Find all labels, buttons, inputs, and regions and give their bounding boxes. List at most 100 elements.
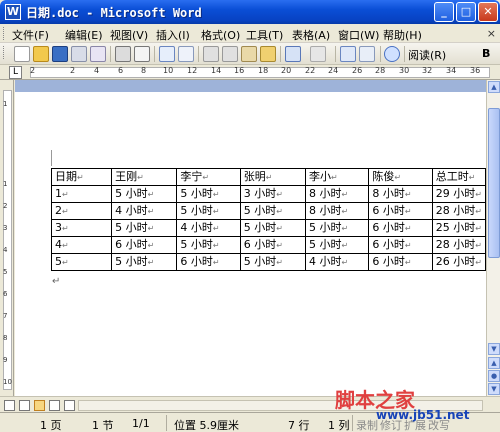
table-cell[interactable]: 4 小时↵	[111, 202, 178, 220]
table-cell[interactable]: 张明↵	[239, 168, 307, 186]
table-cell[interactable]: 5 小时↵	[111, 219, 178, 237]
new-document-icon[interactable]	[14, 46, 30, 62]
document-page[interactable]: 日期↵ 王刚↵ 李宁↵ 张明↵ 李小↵ 陈俊↵ 总工时↵ 1↵ 5 小时↵ 5 …	[15, 80, 487, 396]
table-cell[interactable]: 4↵	[50, 236, 113, 254]
hyperlink-icon[interactable]	[340, 46, 356, 62]
table-cell[interactable]: 8 小时↵	[305, 202, 370, 220]
scroll-down-arrow-icon[interactable]: ▼	[488, 343, 500, 355]
table-cell[interactable]: 总工时↵	[431, 168, 487, 186]
table-cell[interactable]: 李小↵	[305, 168, 370, 186]
table-cell[interactable]: 6 小时↵	[239, 236, 307, 254]
cell-text: 28 小时	[435, 204, 476, 217]
outline-view-icon[interactable]	[49, 400, 60, 411]
table-cell[interactable]: 4 小时↵	[305, 253, 370, 271]
table-cell[interactable]: 8 小时↵	[368, 185, 433, 203]
table-cell[interactable]: 3↵	[50, 219, 113, 237]
table-cell[interactable]: 李宁↵	[176, 168, 241, 186]
paste-icon[interactable]	[241, 46, 257, 62]
table-cell[interactable]: 28 小时↵	[431, 202, 487, 220]
table-cell[interactable]: 6 小时↵	[111, 236, 178, 254]
table-cell[interactable]: 王刚↵	[111, 168, 178, 186]
vertical-scroll-thumb[interactable]	[488, 108, 500, 258]
menu-grip-handle[interactable]	[3, 27, 6, 40]
vruler-number: 2	[3, 202, 8, 210]
table-cell[interactable]: 6 小时↵	[368, 253, 433, 271]
table-cell[interactable]: 6 小时↵	[368, 236, 433, 254]
cut-icon[interactable]	[203, 46, 219, 62]
table-cell[interactable]: 4 小时↵	[176, 219, 241, 237]
status-record[interactable]: 录制	[356, 417, 378, 432]
table-cell[interactable]: 3 小时↵	[239, 185, 307, 203]
table-cell[interactable]: 5 小时↵	[176, 236, 241, 254]
menu-file[interactable]: 文件(F)	[12, 27, 49, 43]
print-layout-view-icon[interactable]	[34, 400, 45, 411]
close-button[interactable]: ✕	[478, 2, 498, 22]
table-cell[interactable]: 5 小时↵	[176, 202, 241, 220]
scroll-up-arrow-icon[interactable]: ▲	[488, 81, 500, 93]
undo-icon[interactable]	[285, 46, 301, 62]
print-preview-icon[interactable]	[134, 46, 150, 62]
table-cell[interactable]: 8 小时↵	[305, 185, 370, 203]
table-cell[interactable]: 5 小时↵	[239, 253, 307, 271]
open-folder-icon[interactable]	[33, 46, 49, 62]
maximize-button[interactable]: □	[456, 2, 476, 22]
tab-selector-icon[interactable]: L	[9, 66, 22, 79]
vruler-number: 6	[3, 290, 8, 298]
table-cell[interactable]: 5 小时↵	[239, 202, 307, 220]
table-cell[interactable]: 6 小时↵	[176, 253, 241, 271]
copy-icon[interactable]	[222, 46, 238, 62]
save-icon[interactable]	[52, 46, 68, 62]
table-cell[interactable]: 5↵	[50, 253, 113, 271]
redo-icon[interactable]	[310, 46, 326, 62]
reading-layout-view-icon[interactable]	[64, 400, 75, 411]
table-cell[interactable]: 5 小时↵	[111, 185, 178, 203]
read-button[interactable]: 阅读(R)	[408, 47, 446, 63]
bold-button[interactable]: B	[482, 47, 490, 60]
menu-tools[interactable]: 工具(T)	[246, 27, 283, 43]
spelling-icon[interactable]	[159, 46, 175, 62]
close-document-icon[interactable]: ×	[487, 27, 496, 40]
previous-page-icon[interactable]: ▲	[488, 357, 500, 369]
research-icon[interactable]	[178, 46, 194, 62]
table-cell[interactable]: 29 小时↵	[431, 185, 487, 203]
help-icon[interactable]	[384, 46, 400, 62]
table-cell[interactable]: 25 小时↵	[431, 219, 487, 237]
table-cell[interactable]: 陈俊↵	[368, 168, 433, 186]
format-painter-icon[interactable]	[260, 46, 276, 62]
menu-edit[interactable]: 编辑(E)	[65, 27, 103, 43]
word-app-icon[interactable]: W	[5, 4, 21, 20]
menu-table[interactable]: 表格(A)	[292, 27, 330, 43]
next-page-icon[interactable]: ▼	[488, 383, 500, 395]
tables-borders-icon[interactable]	[359, 46, 375, 62]
select-browse-object-icon[interactable]: ●	[488, 370, 500, 382]
table-cell[interactable]: 26 小时↵	[431, 253, 487, 271]
web-layout-view-icon[interactable]	[19, 400, 30, 411]
table-cell[interactable]: 5 小时↵	[176, 185, 241, 203]
table-cell[interactable]: 28 小时↵	[431, 236, 487, 254]
table-cell[interactable]: 5 小时↵	[239, 219, 307, 237]
permission-icon[interactable]	[71, 46, 87, 62]
menu-format[interactable]: 格式(O)	[201, 27, 240, 43]
paragraph-mark[interactable]: ↵	[52, 276, 60, 287]
print-icon[interactable]	[115, 46, 131, 62]
normal-view-icon[interactable]	[4, 400, 15, 411]
table-cell[interactable]: 6 小时↵	[368, 202, 433, 220]
email-icon[interactable]	[90, 46, 106, 62]
horizontal-ruler[interactable]: L 2 2 4 6 8 10 12 14 16 18 20 22 24 26 2…	[0, 65, 500, 80]
menu-insert[interactable]: 插入(I)	[156, 27, 190, 43]
table-cell[interactable]: 日期↵	[50, 168, 113, 186]
table-cell[interactable]: 5 小时↵	[305, 219, 370, 237]
table-cell[interactable]: 5 小时↵	[111, 253, 178, 271]
table-cell[interactable]: 1↵	[50, 185, 113, 203]
vertical-ruler[interactable]: 1 1 2 3 4 5 6 7 8 9 10	[0, 80, 14, 396]
work-hours-table[interactable]: 日期↵ 王刚↵ 李宁↵ 张明↵ 李小↵ 陈俊↵ 总工时↵ 1↵ 5 小时↵ 5 …	[50, 168, 487, 271]
table-cell[interactable]: 6 小时↵	[368, 219, 433, 237]
menu-view[interactable]: 视图(V)	[110, 27, 148, 43]
vertical-scrollbar[interactable]: ▲ ▼ ▲ ● ▼	[486, 80, 500, 396]
toolbar-grip-handle[interactable]	[3, 46, 6, 59]
minimize-button[interactable]: _	[434, 2, 454, 22]
table-cell[interactable]: 5 小时↵	[305, 236, 370, 254]
menu-help[interactable]: 帮助(H)	[383, 27, 422, 43]
menu-window[interactable]: 窗口(W)	[338, 27, 379, 43]
table-cell[interactable]: 2↵	[50, 202, 113, 220]
